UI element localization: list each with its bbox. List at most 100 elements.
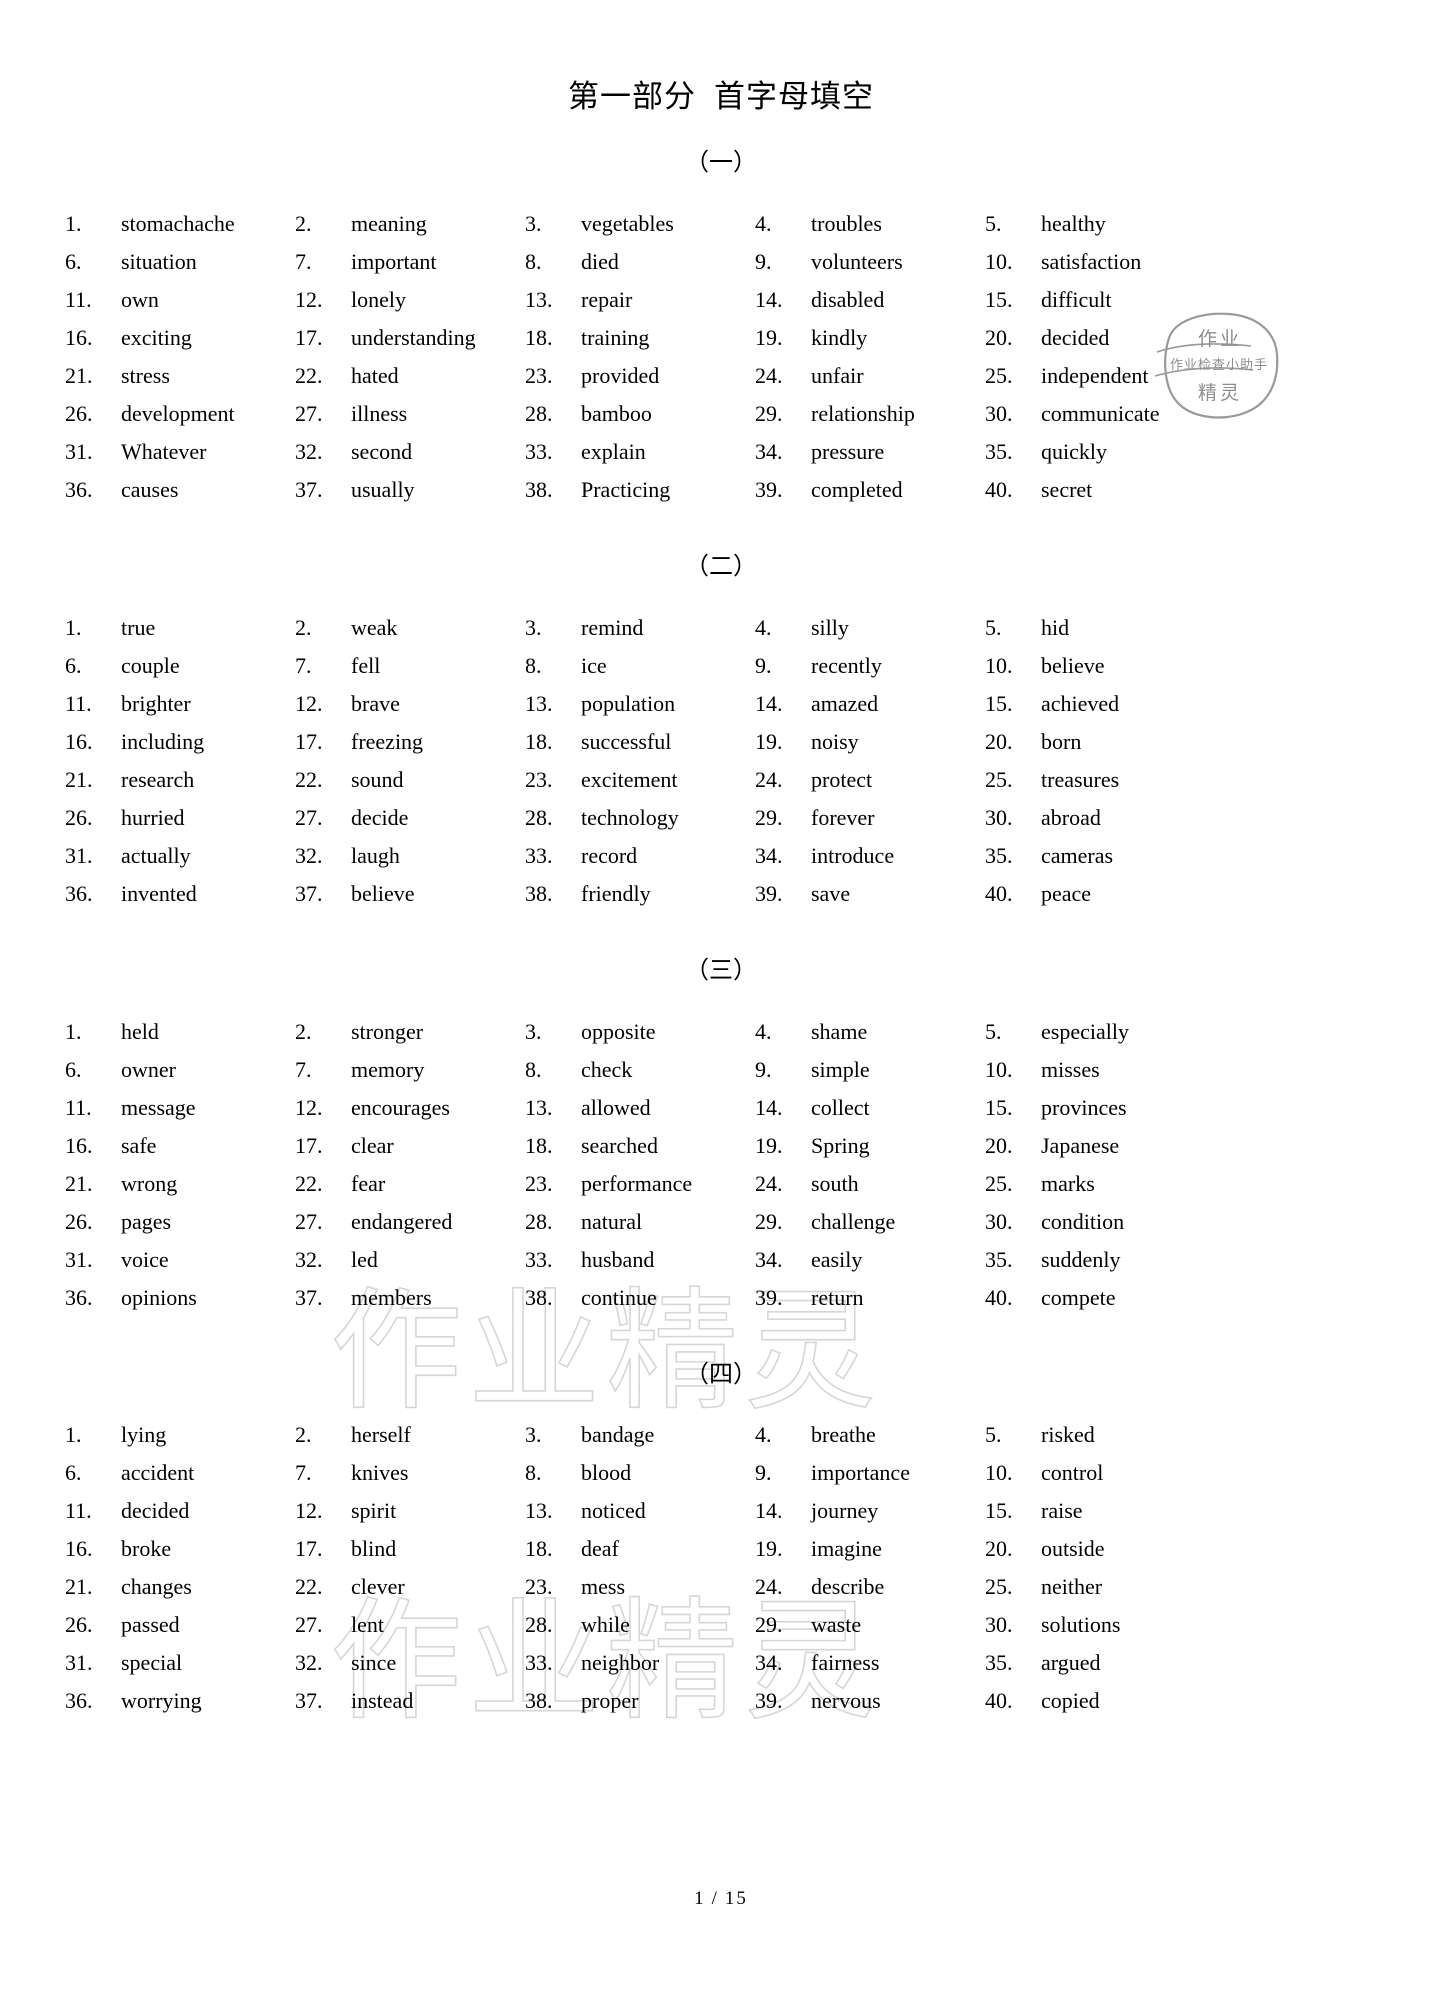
answer-word: bamboo bbox=[581, 400, 652, 426]
answer-word: memory bbox=[351, 1056, 425, 1082]
answer-word: continue bbox=[581, 1284, 657, 1310]
answer-word: peace bbox=[1041, 880, 1092, 906]
answer-item: 31. actually bbox=[65, 837, 295, 875]
answer-number: 18. bbox=[525, 324, 553, 350]
answer-word: knives bbox=[351, 1460, 409, 1486]
answer-item: 4. shame bbox=[755, 1013, 985, 1051]
answer-word: protect bbox=[811, 766, 873, 792]
answer-item: 21. changes bbox=[65, 1568, 295, 1606]
answer-word: members bbox=[351, 1284, 432, 1310]
answer-item: 32. laugh bbox=[295, 837, 525, 875]
answer-number: 36. bbox=[65, 1284, 93, 1310]
answer-number: 16. bbox=[65, 1132, 93, 1158]
answer-item: 27. illness bbox=[295, 395, 525, 433]
answer-number: 29. bbox=[755, 1612, 783, 1638]
answer-item: 19. imagine bbox=[755, 1530, 985, 1568]
answer-item: 22. clever bbox=[295, 1568, 525, 1606]
answer-item: 27. endangered bbox=[295, 1203, 525, 1241]
answer-number: 8. bbox=[525, 1056, 542, 1082]
answer-word: accident bbox=[121, 1460, 195, 1486]
answer-word: stress bbox=[121, 362, 170, 388]
answer-word: important bbox=[351, 248, 437, 274]
answer-item: 17. clear bbox=[295, 1127, 525, 1165]
answer-number: 34. bbox=[755, 1650, 783, 1676]
answer-number: 27. bbox=[295, 1208, 323, 1234]
answer-number: 24. bbox=[755, 1170, 783, 1196]
answer-number: 15. bbox=[985, 286, 1013, 312]
answer-number: 13. bbox=[525, 690, 553, 716]
answer-word: kindly bbox=[811, 324, 868, 350]
answer-item: 7. memory bbox=[295, 1051, 525, 1089]
answer-number: 33. bbox=[525, 1246, 553, 1272]
answer-item: 35. cameras bbox=[985, 837, 1215, 875]
answer-number: 3. bbox=[525, 1018, 542, 1044]
answer-item: 19. Spring bbox=[755, 1127, 985, 1165]
answer-item: 32. second bbox=[295, 433, 525, 471]
answer-item: 39. completed bbox=[755, 471, 985, 509]
answer-number: 26. bbox=[65, 400, 93, 426]
answer-item: 19. kindly bbox=[755, 319, 985, 357]
answer-item: 32. since bbox=[295, 1644, 525, 1682]
answer-word: quickly bbox=[1041, 438, 1107, 464]
answer-number: 28. bbox=[525, 1612, 553, 1638]
answer-word: challenge bbox=[811, 1208, 896, 1234]
answer-number: 12. bbox=[295, 1498, 323, 1524]
answer-number: 27. bbox=[295, 1612, 323, 1638]
answer-word: lonely bbox=[351, 286, 406, 312]
answer-item: 18. successful bbox=[525, 723, 755, 761]
answer-word: troubles bbox=[811, 210, 882, 236]
answer-number: 11. bbox=[65, 1498, 92, 1524]
answer-item: 38. Practicing bbox=[525, 471, 755, 509]
answer-number: 36. bbox=[65, 476, 93, 502]
answer-number: 25. bbox=[985, 362, 1013, 388]
answer-item: 39. return bbox=[755, 1279, 985, 1317]
answer-word: secret bbox=[1041, 476, 1093, 502]
answer-item: 33. explain bbox=[525, 433, 755, 471]
answer-item: 13. population bbox=[525, 685, 755, 723]
answer-number: 1. bbox=[65, 210, 82, 236]
answer-word: decide bbox=[351, 804, 409, 830]
answer-number: 31. bbox=[65, 842, 93, 868]
answer-number: 26. bbox=[65, 804, 93, 830]
answer-item: 24. south bbox=[755, 1165, 985, 1203]
answer-item: 17. blind bbox=[295, 1530, 525, 1568]
answer-item: 21. stress bbox=[65, 357, 295, 395]
answer-item: 16. including bbox=[65, 723, 295, 761]
answer-number: 39. bbox=[755, 1688, 783, 1714]
answer-number: 7. bbox=[295, 652, 312, 678]
answer-number: 16. bbox=[65, 1536, 93, 1562]
answer-word: mess bbox=[581, 1574, 625, 1600]
answer-word: shame bbox=[811, 1018, 868, 1044]
answer-word: recently bbox=[811, 652, 882, 678]
answer-number: 23. bbox=[525, 766, 553, 792]
answer-word: independent bbox=[1041, 362, 1149, 388]
page-title-part-sub: 首字母填空 bbox=[714, 79, 874, 114]
answer-number: 12. bbox=[295, 1094, 323, 1120]
answer-word: noisy bbox=[811, 728, 859, 754]
answer-number: 18. bbox=[525, 1132, 553, 1158]
answer-item: 20. decided bbox=[985, 319, 1215, 357]
answer-word: message bbox=[121, 1094, 196, 1120]
answer-item: 28. bamboo bbox=[525, 395, 755, 433]
answer-item: 26. pages bbox=[65, 1203, 295, 1241]
answer-number: 39. bbox=[755, 880, 783, 906]
answer-item: 8. ice bbox=[525, 647, 755, 685]
answer-word: invented bbox=[121, 880, 197, 906]
answer-number: 23. bbox=[525, 1574, 553, 1600]
answer-word: simple bbox=[811, 1056, 870, 1082]
answer-item: 14. journey bbox=[755, 1492, 985, 1530]
answer-item: 34. fairness bbox=[755, 1644, 985, 1682]
answer-item: 34. easily bbox=[755, 1241, 985, 1279]
answer-word: believe bbox=[351, 880, 415, 906]
answer-item: 25. neither bbox=[985, 1568, 1215, 1606]
answer-item: 9. importance bbox=[755, 1454, 985, 1492]
answer-item: 13. allowed bbox=[525, 1089, 755, 1127]
answer-number: 30. bbox=[985, 804, 1013, 830]
answer-item: 27. lent bbox=[295, 1606, 525, 1644]
answer-word: causes bbox=[121, 476, 179, 502]
answer-number: 29. bbox=[755, 1208, 783, 1234]
document-page: 作业精灵 作业精灵 第一部分 首字母填空 （一） 1. stomachache 2. me… bbox=[0, 0, 1442, 2010]
answer-word: outside bbox=[1041, 1536, 1105, 1562]
answer-word: provided bbox=[581, 362, 660, 388]
